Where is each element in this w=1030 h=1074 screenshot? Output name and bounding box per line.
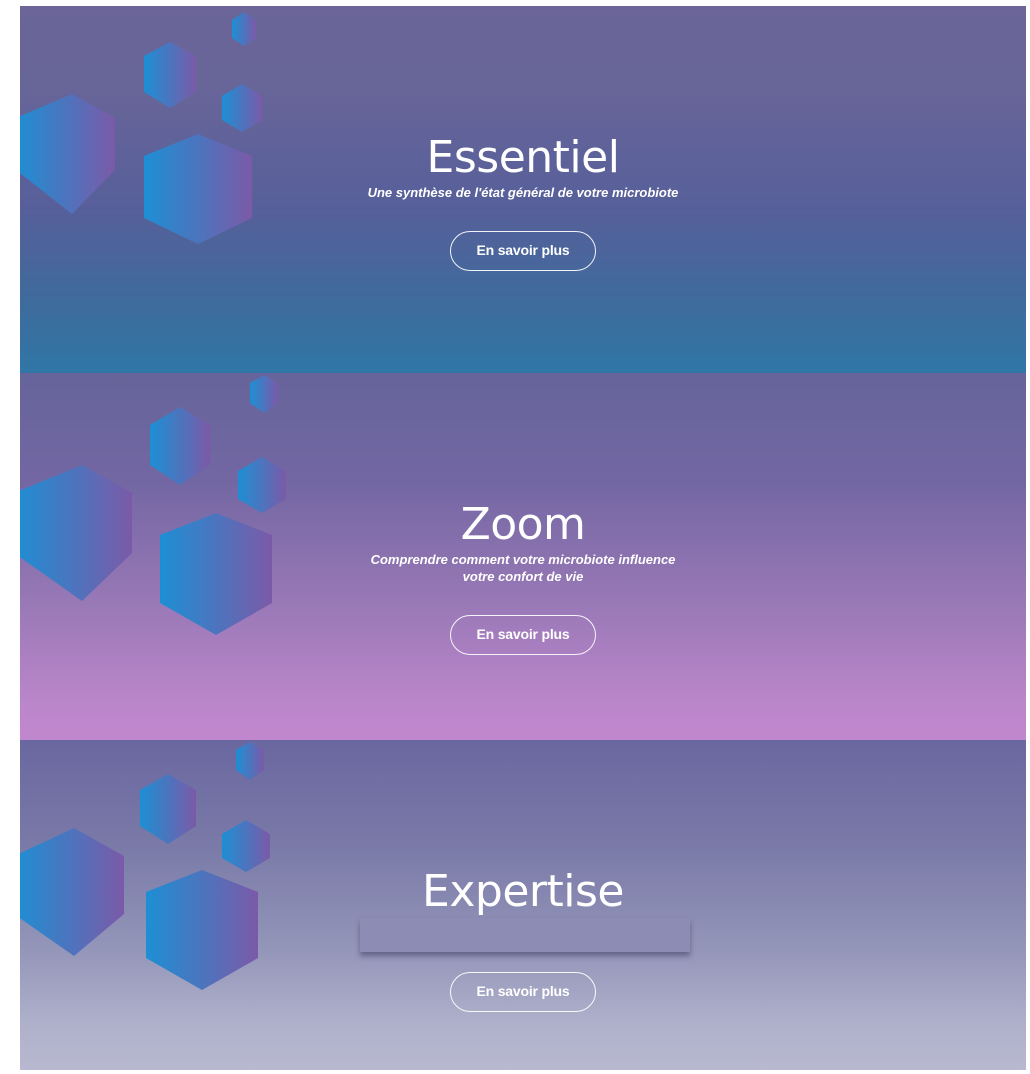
- hexagon-shape: [236, 742, 264, 780]
- hexagon-shape: [20, 465, 132, 601]
- offer-panel-zoom: Zoom Comprendre comment votre microbiote…: [20, 373, 1026, 740]
- learn-more-button[interactable]: En savoir plus: [450, 615, 596, 655]
- hexagon-shape: [144, 134, 252, 244]
- offer-panel-expertise: Expertise En savoir plus: [20, 740, 1026, 1070]
- hexagon-shape: [232, 12, 256, 46]
- hexagon-shape: [20, 94, 115, 214]
- hexagon-decoration: [20, 375, 286, 635]
- hexagon-shape: [222, 84, 262, 132]
- hexagon-shape: [222, 820, 270, 872]
- subtitle-placeholder-bar: [360, 918, 690, 952]
- panel-content: Zoom Comprendre comment votre microbiote…: [360, 499, 686, 655]
- learn-more-button[interactable]: En savoir plus: [450, 231, 596, 271]
- panel-content: Expertise En savoir plus: [360, 866, 690, 1012]
- hexagon-shape: [144, 42, 196, 108]
- panel-subtitle: Comprendre comment votre microbiote infl…: [370, 552, 676, 584]
- learn-more-button[interactable]: En savoir plus: [450, 972, 596, 1012]
- hexagon-shape: [140, 774, 196, 844]
- panel-subtitle: Une synthèse de l'état général de votre …: [367, 185, 679, 200]
- hexagon-shape: [238, 457, 286, 513]
- panel-title: Expertise: [422, 866, 624, 917]
- hexagon-decoration: [20, 12, 262, 244]
- offer-panel-essentiel: Essentiel Une synthèse de l'état général…: [20, 6, 1026, 373]
- hexagon-decoration: [20, 742, 270, 990]
- hexagon-shape: [146, 870, 258, 990]
- panel-title: Essentiel: [426, 132, 620, 183]
- panel-title: Zoom: [460, 499, 586, 550]
- hexagon-shape: [20, 828, 124, 956]
- hexagon-shape: [250, 375, 278, 413]
- hexagon-shape: [150, 407, 210, 485]
- hexagon-shape: [160, 513, 272, 635]
- offers-page: Essentiel Une synthèse de l'état général…: [20, 6, 1026, 1070]
- panel-content: Essentiel Une synthèse de l'état général…: [360, 132, 686, 271]
